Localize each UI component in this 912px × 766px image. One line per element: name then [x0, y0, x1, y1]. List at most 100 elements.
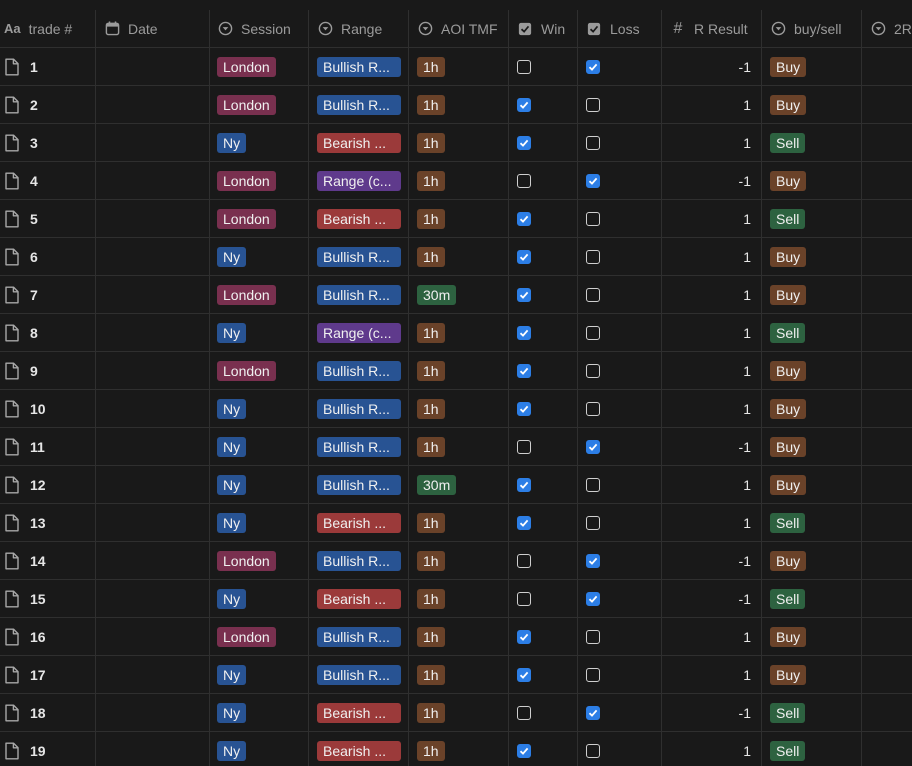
aoi-cell[interactable]: 1h [409, 314, 509, 351]
session-cell[interactable]: Ny [210, 124, 309, 161]
2r-cell[interactable] [862, 124, 912, 161]
r-result-cell[interactable]: -1 [662, 162, 762, 199]
2r-cell[interactable] [862, 428, 912, 465]
2r-cell[interactable] [862, 200, 912, 237]
2r-cell[interactable] [862, 580, 912, 617]
r-result-cell[interactable]: 1 [662, 200, 762, 237]
date-cell[interactable] [96, 314, 210, 351]
aoi-cell[interactable]: 1h [409, 694, 509, 731]
buy-sell-cell[interactable]: Sell [762, 200, 862, 237]
2r-cell[interactable] [862, 694, 912, 731]
win-checkbox[interactable] [517, 591, 531, 606]
aoi-cell[interactable]: 1h [409, 428, 509, 465]
range-cell[interactable]: Bearish ... [309, 124, 409, 161]
win-checkbox[interactable] [517, 173, 531, 188]
loss-checkbox[interactable] [586, 325, 600, 340]
r-result-cell[interactable]: -1 [662, 428, 762, 465]
date-cell[interactable] [96, 732, 210, 766]
table-row[interactable]: 17 Ny Bullish R... 1h 1 Buy [0, 656, 912, 694]
loss-checkbox[interactable] [586, 363, 600, 378]
buy-sell-cell[interactable]: Buy [762, 618, 862, 655]
range-cell[interactable]: Bullish R... [309, 390, 409, 427]
table-row[interactable]: 4 London Range (c... 1h -1 Buy [0, 162, 912, 200]
loss-checkbox[interactable] [586, 173, 600, 188]
r-result-cell[interactable]: -1 [662, 542, 762, 579]
buy-sell-cell[interactable]: Sell [762, 732, 862, 766]
buy-sell-cell[interactable]: Sell [762, 694, 862, 731]
r-result-cell[interactable]: -1 [662, 694, 762, 731]
date-cell[interactable] [96, 162, 210, 199]
range-cell[interactable]: Bullish R... [309, 48, 409, 85]
r-result-cell[interactable]: 1 [662, 238, 762, 275]
range-cell[interactable]: Bearish ... [309, 200, 409, 237]
trade-name-cell[interactable]: 12 [0, 466, 96, 503]
2r-cell[interactable] [862, 238, 912, 275]
table-row[interactable]: 19 Ny Bearish ... 1h 1 Sell [0, 732, 912, 766]
date-cell[interactable] [96, 200, 210, 237]
aoi-cell[interactable]: 1h [409, 124, 509, 161]
2r-cell[interactable] [862, 504, 912, 541]
buy-sell-cell[interactable]: Buy [762, 390, 862, 427]
table-row[interactable]: 6 Ny Bullish R... 1h 1 Buy [0, 238, 912, 276]
aoi-cell[interactable]: 1h [409, 86, 509, 123]
date-cell[interactable] [96, 276, 210, 313]
buy-sell-cell[interactable]: Buy [762, 48, 862, 85]
buy-sell-cell[interactable]: Buy [762, 162, 862, 199]
trade-name-cell[interactable]: 16 [0, 618, 96, 655]
2r-cell[interactable] [862, 86, 912, 123]
win-checkbox[interactable] [517, 553, 531, 568]
trade-name-cell[interactable]: 18 [0, 694, 96, 731]
table-row[interactable]: 13 Ny Bearish ... 1h 1 Sell [0, 504, 912, 542]
trade-name-cell[interactable]: 10 [0, 390, 96, 427]
aoi-cell[interactable]: 1h [409, 580, 509, 617]
win-checkbox[interactable] [517, 59, 531, 74]
buy-sell-cell[interactable]: Buy [762, 238, 862, 275]
aoi-cell[interactable]: 1h [409, 542, 509, 579]
aoi-cell[interactable]: 1h [409, 162, 509, 199]
loss-checkbox[interactable] [586, 743, 600, 758]
column-header-range[interactable]: Range [309, 10, 409, 47]
loss-checkbox[interactable] [586, 553, 600, 568]
column-header-buy-sell[interactable]: buy/sell [762, 10, 862, 47]
date-cell[interactable] [96, 656, 210, 693]
trade-name-cell[interactable]: 8 [0, 314, 96, 351]
date-cell[interactable] [96, 124, 210, 161]
r-result-cell[interactable]: 1 [662, 314, 762, 351]
2r-cell[interactable] [862, 656, 912, 693]
r-result-cell[interactable]: 1 [662, 86, 762, 123]
trade-name-cell[interactable]: 14 [0, 542, 96, 579]
session-cell[interactable]: London [210, 86, 309, 123]
trade-name-cell[interactable]: 11 [0, 428, 96, 465]
range-cell[interactable]: Bullish R... [309, 618, 409, 655]
aoi-cell[interactable]: 1h [409, 390, 509, 427]
session-cell[interactable]: London [210, 618, 309, 655]
table-row[interactable]: 2 London Bullish R... 1h 1 Buy [0, 86, 912, 124]
session-cell[interactable]: Ny [210, 504, 309, 541]
buy-sell-cell[interactable]: Sell [762, 580, 862, 617]
buy-sell-cell[interactable]: Buy [762, 542, 862, 579]
r-result-cell[interactable]: 1 [662, 618, 762, 655]
range-cell[interactable]: Bearish ... [309, 504, 409, 541]
date-cell[interactable] [96, 466, 210, 503]
range-cell[interactable]: Bearish ... [309, 580, 409, 617]
buy-sell-cell[interactable]: Buy [762, 428, 862, 465]
table-row[interactable]: 15 Ny Bearish ... 1h -1 Sell [0, 580, 912, 618]
table-row[interactable]: 3 Ny Bearish ... 1h 1 Sell [0, 124, 912, 162]
buy-sell-cell[interactable]: Buy [762, 86, 862, 123]
table-row[interactable]: 12 Ny Bullish R... 30m 1 Buy [0, 466, 912, 504]
session-cell[interactable]: London [210, 48, 309, 85]
table-row[interactable]: 1 London Bullish R... 1h -1 Buy [0, 48, 912, 86]
win-checkbox[interactable] [517, 477, 531, 492]
buy-sell-cell[interactable]: Sell [762, 124, 862, 161]
2r-cell[interactable] [862, 276, 912, 313]
loss-checkbox[interactable] [586, 439, 600, 454]
win-checkbox[interactable] [517, 97, 531, 112]
win-checkbox[interactable] [517, 705, 531, 720]
win-checkbox[interactable] [517, 401, 531, 416]
table-row[interactable]: 16 London Bullish R... 1h 1 Buy [0, 618, 912, 656]
table-row[interactable]: 18 Ny Bearish ... 1h -1 Sell [0, 694, 912, 732]
session-cell[interactable]: Ny [210, 694, 309, 731]
range-cell[interactable]: Bullish R... [309, 428, 409, 465]
buy-sell-cell[interactable]: Buy [762, 656, 862, 693]
column-header-loss[interactable]: Loss [578, 10, 662, 47]
